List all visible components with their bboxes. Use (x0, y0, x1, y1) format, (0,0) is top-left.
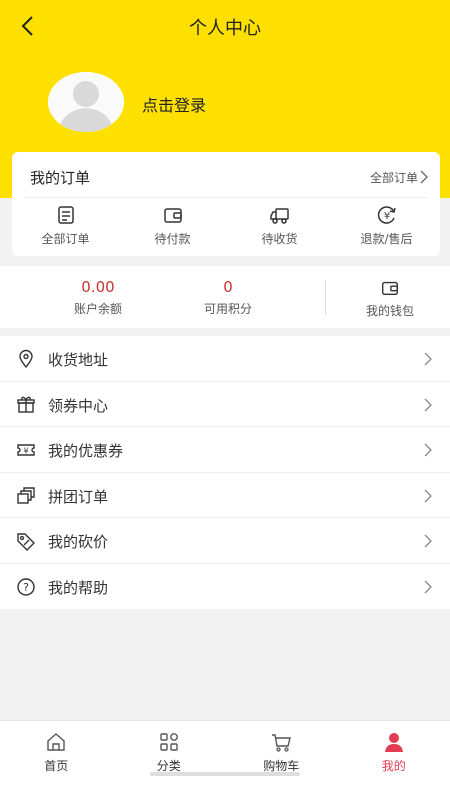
page-title: 个人中心 (189, 18, 261, 39)
chevron-right-icon (424, 443, 432, 457)
my-orders-card: 我的订单 全部订单 全部订单 待付款 待收货 ¥ 退款/售后 (12, 152, 440, 256)
menu-item-label: 我的帮助 (48, 578, 109, 597)
tab-category[interactable]: 分类 (113, 721, 226, 800)
coupon-icon: ¥ (17, 444, 35, 456)
chevron-right-icon[interactable] (420, 170, 428, 184)
menu-item-label: 拼团订单 (48, 487, 109, 506)
menu-item-bargain[interactable]: 我的砍价 (0, 518, 450, 564)
chevron-right-icon (424, 580, 432, 593)
order-status-label: 待付款 (154, 232, 191, 246)
tab-cart[interactable]: 购物车 (225, 721, 338, 800)
default-avatar-icon (48, 72, 124, 132)
cart-icon (272, 734, 292, 752)
order-status-label: 全部订单 (41, 232, 90, 246)
chevron-right-icon (424, 489, 432, 502)
truck-icon (269, 208, 289, 224)
svg-text:?: ? (23, 581, 29, 594)
home-indicator (150, 772, 300, 776)
tab-home[interactable]: 首页 (0, 721, 113, 800)
wallet-label: 我的钱包 (365, 304, 414, 318)
order-status-label: 待收货 (261, 232, 298, 246)
wallet-icon (163, 208, 182, 223)
chevron-right-icon (424, 534, 432, 548)
points-value: 0 (223, 278, 233, 296)
bottom-tab-bar: 首页 分类 购物车 我的 (0, 720, 450, 800)
help-icon: ? (17, 577, 35, 596)
menu-item-address[interactable]: 收货地址 (0, 336, 450, 382)
menu-item-my-coupons[interactable]: ¥ 我的优惠券 (0, 427, 450, 473)
service-menu: 收货地址 领券中心 ¥ 我的优惠券 拼团订单 我的砍价 ? 我的帮助 (0, 336, 450, 609)
gift-icon (17, 396, 35, 413)
order-status-label: 退款/售后 (360, 232, 413, 246)
chevron-right-icon (424, 352, 432, 366)
orders-title: 我的订单 (30, 169, 91, 187)
menu-item-coupon-center[interactable]: 领券中心 (0, 382, 450, 427)
order-status-pending-payment[interactable]: 待付款 (119, 204, 226, 252)
top-bar: 个人中心 (0, 0, 450, 52)
menu-item-label: 我的优惠券 (48, 442, 124, 460)
svg-text:¥: ¥ (23, 447, 28, 456)
points-stat[interactable]: 0 可用积分 (178, 278, 278, 317)
menu-item-group-orders[interactable]: 拼团订单 (0, 473, 450, 518)
points-label: 可用积分 (203, 302, 252, 316)
menu-item-label: 我的砍价 (48, 533, 109, 551)
account-summary: 0.00 账户余额 0 可用积分 我的钱包 (0, 266, 450, 328)
svg-text:¥: ¥ (383, 211, 389, 222)
user-icon (384, 733, 403, 752)
balance-stat[interactable]: 0.00 账户余额 (48, 278, 148, 317)
divider (24, 197, 428, 198)
tab-label: 首页 (44, 759, 69, 773)
all-orders-link[interactable]: 全部订单 (370, 169, 418, 186)
category-icon (160, 733, 178, 751)
order-status-pending-receipt[interactable]: 待收货 (226, 204, 333, 252)
location-icon (19, 349, 33, 369)
home-icon (47, 733, 65, 751)
my-wallet-button[interactable]: 我的钱包 (350, 278, 430, 319)
menu-item-help[interactable]: ? 我的帮助 (0, 564, 450, 610)
divider (325, 280, 326, 314)
order-status-all[interactable]: 全部订单 (12, 204, 119, 252)
wallet-icon (382, 281, 398, 296)
balance-label: 账户余额 (73, 302, 122, 316)
menu-item-label: 领券中心 (48, 396, 109, 415)
login-link[interactable]: 点击登录 (142, 92, 206, 116)
tab-label: 我的 (381, 759, 406, 773)
tab-mine[interactable]: 我的 (338, 721, 450, 800)
menu-item-label: 收货地址 (48, 351, 109, 369)
order-list-icon (57, 206, 74, 224)
balance-value: 0.00 (81, 278, 115, 296)
order-status-refund[interactable]: ¥ 退款/售后 (333, 204, 440, 252)
chevron-right-icon (424, 398, 432, 411)
group-order-icon (17, 486, 35, 504)
price-tag-icon (17, 533, 35, 551)
avatar[interactable] (48, 72, 124, 132)
refund-icon: ¥ (377, 206, 396, 224)
